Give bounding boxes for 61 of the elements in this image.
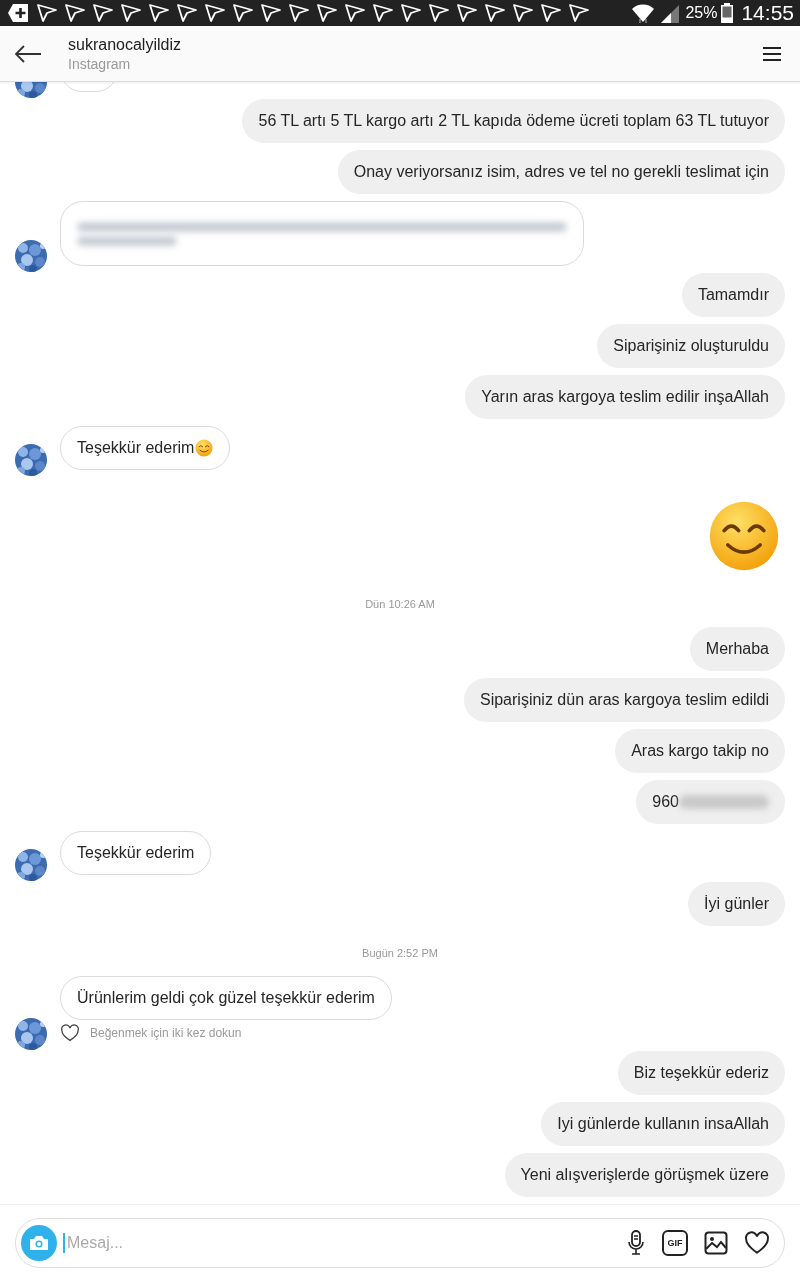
gif-button[interactable]: GIF	[662, 1229, 688, 1256]
paper-plane-icon	[372, 3, 394, 23]
battery-level: 25%	[685, 4, 718, 22]
paper-plane-icon	[232, 3, 254, 23]
heart-icon[interactable]	[744, 1230, 770, 1255]
like-hint: Beğenmek için iki kez dokun	[90, 1026, 242, 1040]
message-bubble: Iyi günlerde kullanın insaAllah	[541, 1102, 785, 1146]
smiling-emoji	[708, 500, 780, 572]
avatar	[15, 444, 47, 476]
paper-plane-icon	[36, 3, 58, 23]
paper-plane-icon	[120, 3, 142, 23]
heart-icon[interactable]	[60, 1024, 80, 1042]
clock: 14:55	[741, 1, 794, 25]
paper-plane-icon	[512, 3, 534, 23]
paper-plane-icon	[400, 3, 422, 23]
paper-plane-icon	[204, 3, 226, 23]
paper-plane-icon	[316, 3, 338, 23]
message-field[interactable]: Mesaj... GIF	[15, 1217, 785, 1268]
paper-plane-icon	[344, 3, 366, 23]
message-bubble: Siparişiniz dün aras kargoya teslim edildi	[463, 678, 785, 722]
paper-plane-icon	[148, 3, 170, 23]
microphone-icon[interactable]	[626, 1229, 646, 1256]
wifi-icon	[631, 2, 656, 24]
paper-plane-icon	[176, 3, 198, 23]
message-bubble: Ürünlerim geldi çok güzel teşekkür ederim	[60, 976, 392, 1020]
message-text: 960	[652, 793, 679, 811]
avatar	[15, 1018, 47, 1050]
battery-icon	[721, 3, 734, 23]
paper-plane-icon	[92, 3, 114, 23]
message-bubble: Siparişiniz oluşturuldu	[597, 324, 785, 368]
signal-icon	[659, 3, 682, 23]
message-bubble: Biz teşekkür ederiz	[617, 1051, 785, 1095]
back-icon[interactable]	[14, 43, 42, 64]
message-bubble: Tamamdır	[681, 273, 785, 317]
message-bubble: 56 TL artı 5 TL kargo artı 2 TL kapıda ödeme ücreti toplam 63 TL tutuyor	[242, 99, 785, 143]
menu-icon[interactable]	[762, 45, 782, 62]
paper-plane-icon	[288, 3, 310, 23]
message-bubble: Onay veriyorsanız isim, adres ve tel no gerekli teslimat için	[337, 150, 785, 194]
message-bubble: Yeni alışverişlerde görüşmek üzere	[504, 1153, 785, 1197]
paper-plane-icon	[260, 3, 282, 23]
message-bubble: İyi günler	[688, 882, 785, 926]
timestamp: Dün 10:26 AM	[365, 598, 435, 610]
timestamp: Bugün 2:52 PM	[362, 947, 438, 959]
avatar	[15, 849, 47, 881]
camera-icon	[29, 1234, 49, 1251]
message-bubble: Yarın aras kargoya teslim edilir inşaAllah	[465, 375, 785, 419]
paper-plane-icon	[540, 3, 562, 23]
paper-plane-icon	[64, 3, 86, 23]
message-bubble: Merhaba	[689, 627, 785, 671]
message-bubble: Aras kargo takip no	[615, 729, 785, 773]
contact-name: sukranocalyildiz	[68, 35, 182, 54]
plus-icon	[8, 3, 30, 23]
image-icon[interactable]	[704, 1230, 728, 1255]
paper-plane-icon	[568, 3, 590, 23]
message-text: Teşekkür ederim	[77, 439, 195, 457]
avatar	[15, 240, 47, 272]
contact-subtitle: Instagram	[68, 55, 132, 72]
paper-plane-icon	[428, 3, 450, 23]
message-bubble: Teşekkür ederim	[60, 831, 212, 875]
paper-plane-icon	[484, 3, 506, 23]
paper-plane-icon	[456, 3, 478, 23]
